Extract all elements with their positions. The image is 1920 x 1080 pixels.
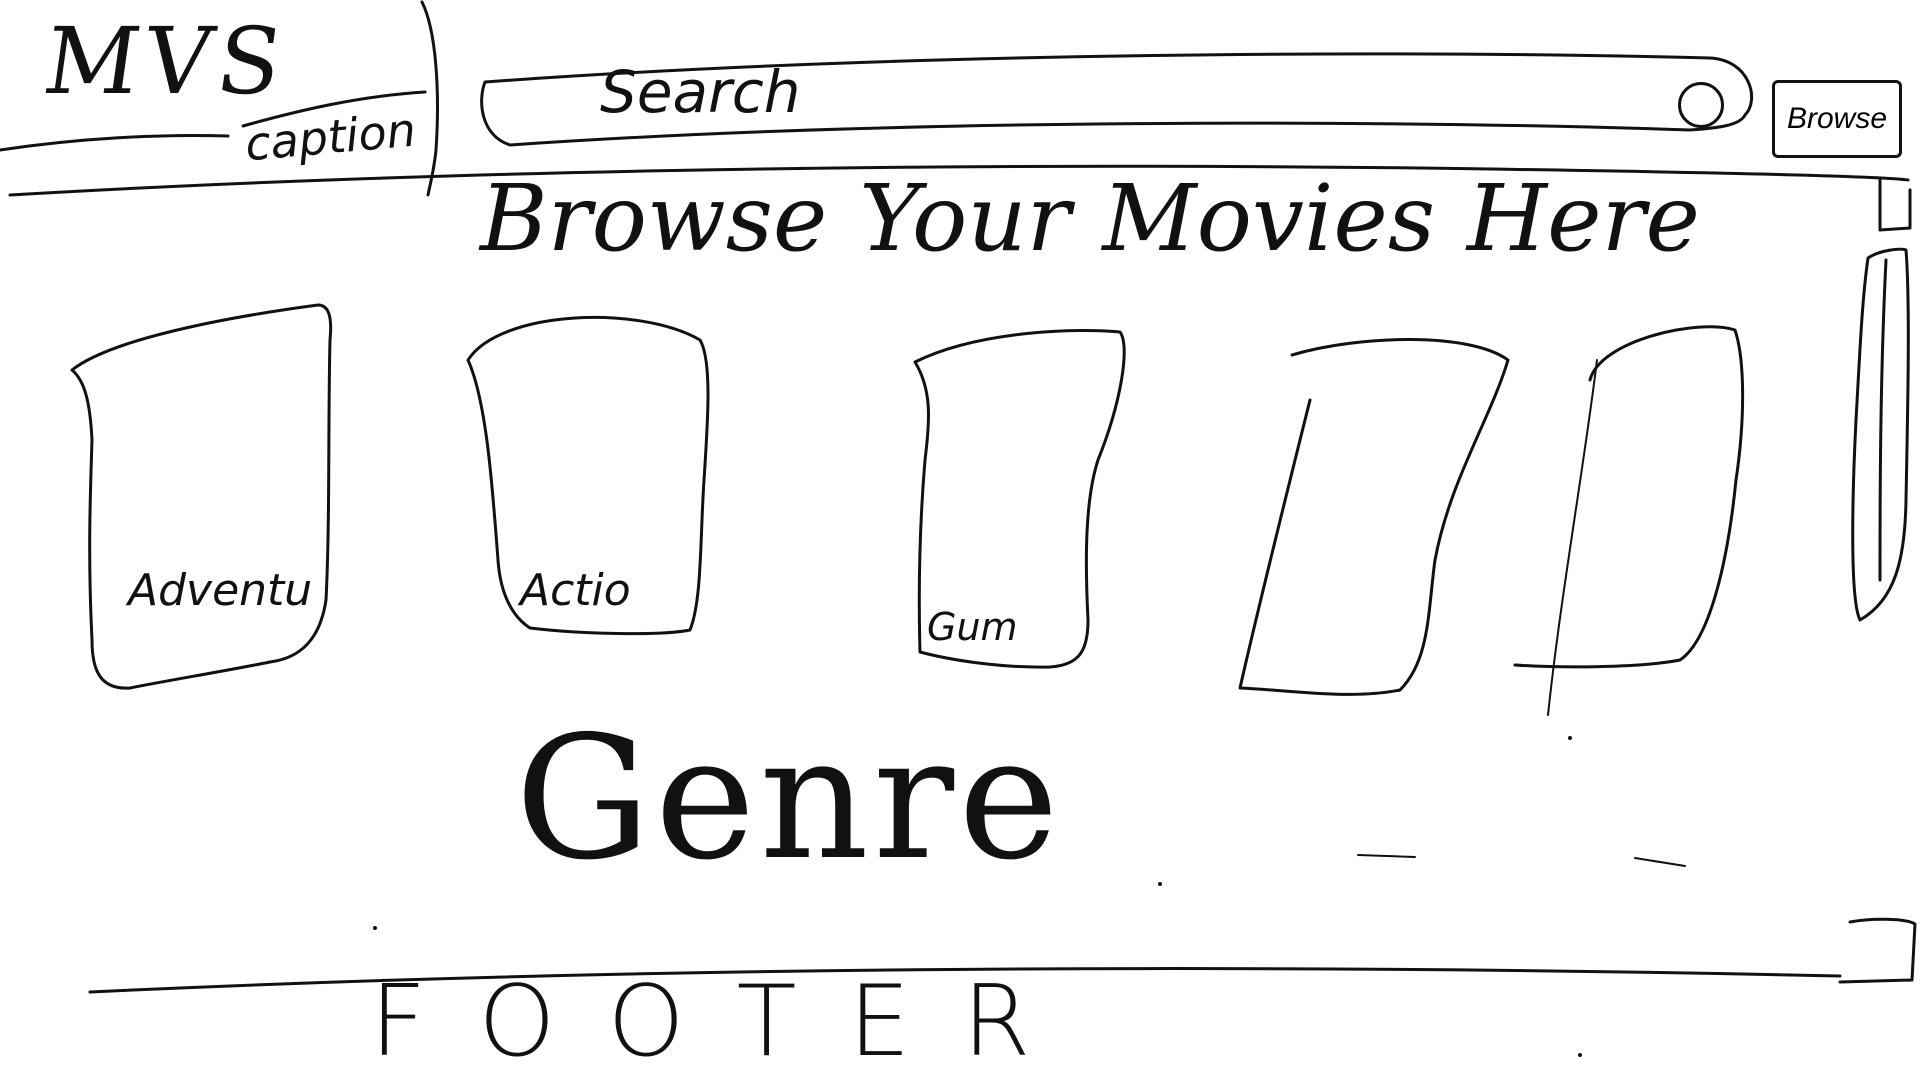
headline-word: Movies <box>1102 165 1436 272</box>
genre-card-adventure[interactable]: Adventu <box>80 310 330 685</box>
genre-card-3[interactable]: Gum <box>915 330 1125 670</box>
scrollbar-bottom <box>1838 917 1917 984</box>
headline-word: Browse <box>480 165 828 272</box>
headline-word: Your <box>859 165 1071 272</box>
search-placeholder: Search <box>600 58 801 126</box>
browse-button[interactable]: Browse <box>1772 80 1902 158</box>
genre-card-5[interactable] <box>1515 320 1745 670</box>
scrollbar-top <box>1878 178 1912 232</box>
genre-section-title: Genre <box>515 700 1063 898</box>
genre-card-label: Actio <box>520 565 631 616</box>
search-icon[interactable] <box>1678 82 1724 128</box>
page-headline: Browse Your Movies Here <box>480 165 1700 272</box>
genre-card-label: Adventu <box>128 565 313 616</box>
genre-card-label: Gum <box>927 605 1018 649</box>
app-logo: MVS <box>37 8 295 115</box>
footer: FOOTER <box>370 965 1083 1079</box>
genre-card-4[interactable] <box>1240 335 1510 695</box>
genre-card-action[interactable]: Actio <box>470 315 710 635</box>
headline-word: Here <box>1466 165 1700 272</box>
